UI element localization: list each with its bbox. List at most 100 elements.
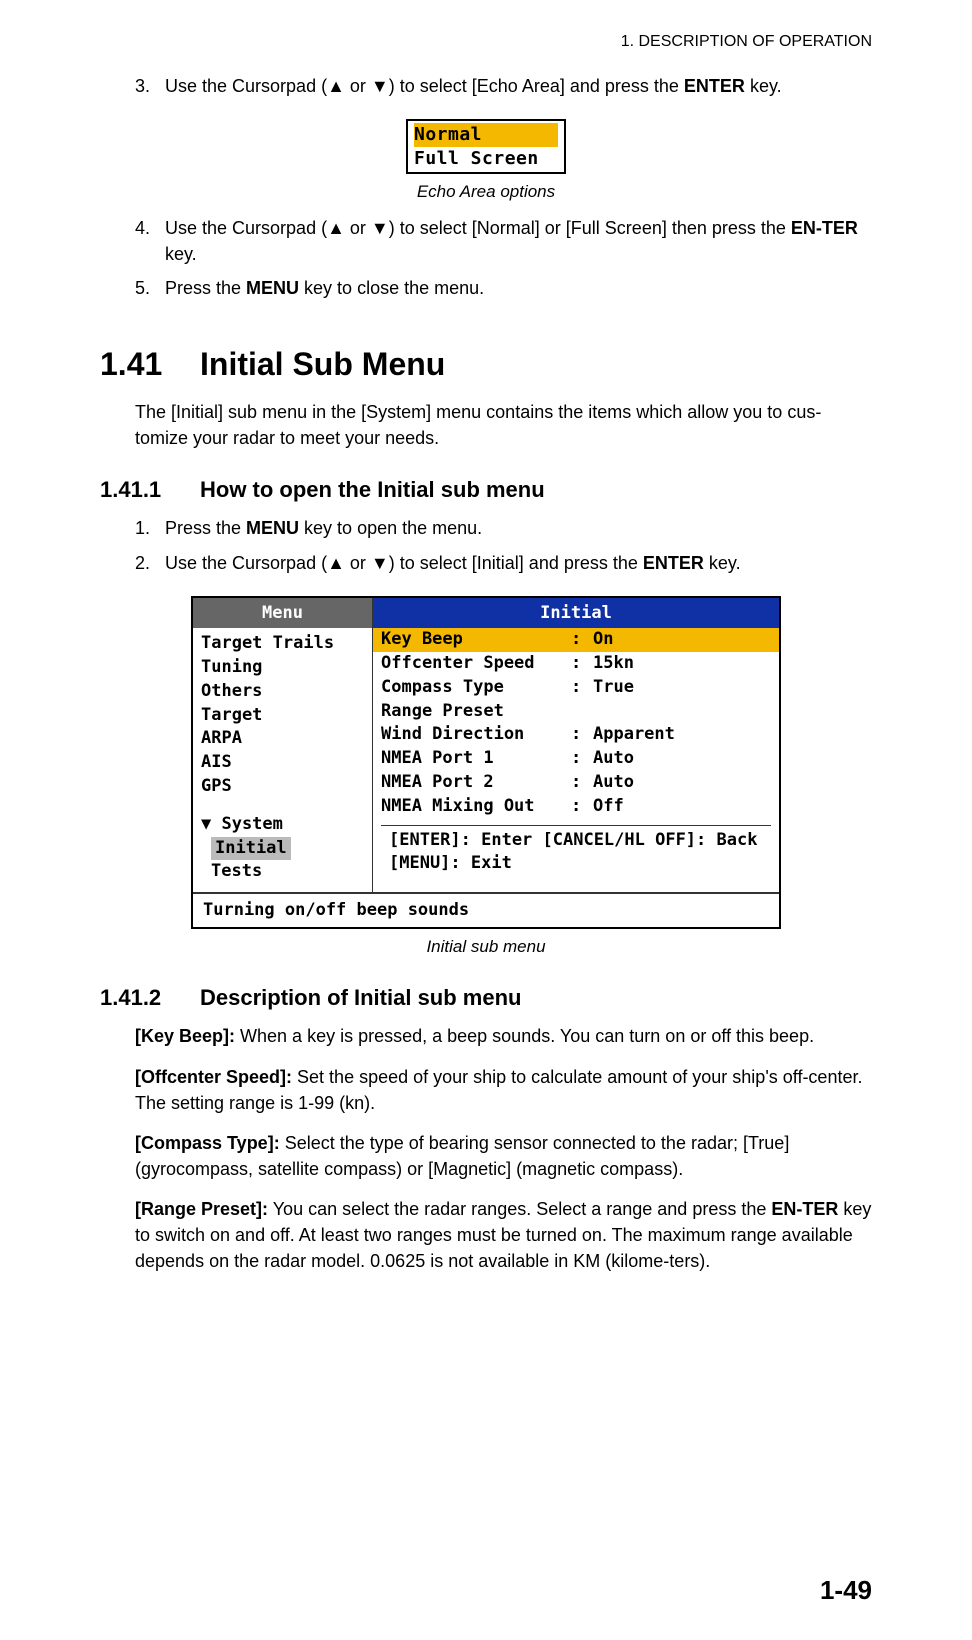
heading-1-41-2: 1.41.2 Description of Initial sub menu	[100, 982, 872, 1014]
step-number: 3.	[135, 73, 165, 99]
menu-row-range-preset[interactable]: Range Preset	[381, 700, 771, 724]
menu-item-arpa[interactable]: ARPA	[201, 727, 364, 751]
heading-number: 1.41	[100, 341, 200, 387]
steps-1411: 1. Press the MENU key to open the menu. …	[100, 515, 872, 575]
footer-line-2: [MENU]: Exit	[389, 852, 763, 875]
text-mid: or	[345, 553, 371, 573]
desc-key-beep: [Key Beep]: When a key is pressed, a bee…	[135, 1023, 872, 1049]
text-pre: Use the Cursorpad (	[165, 218, 327, 238]
row-label: Compass Type	[381, 676, 571, 700]
key-enter: ENTER	[643, 553, 704, 573]
echo-option-normal[interactable]: Normal	[414, 123, 558, 146]
heading-text: Description of Initial sub menu	[200, 982, 521, 1014]
menu-item-target-trails[interactable]: Target Trails	[201, 632, 364, 656]
row-value: Auto	[593, 747, 771, 771]
desc-label: [Compass Type]:	[135, 1133, 280, 1153]
menu-left-body: Target Trails Tuning Others Target ARPA …	[193, 628, 373, 892]
heading-number: 1.41.2	[100, 982, 200, 1014]
step-number: 4.	[135, 215, 165, 267]
menu-row-compass-type[interactable]: Compass Type:True	[381, 676, 771, 700]
menu-right-footer: [ENTER]: Enter [CANCEL/HL OFF]: Back [ME…	[381, 825, 771, 878]
step-text: Press the MENU key to close the menu.	[165, 275, 872, 301]
row-value: True	[593, 676, 771, 700]
row-label: NMEA Mixing Out	[381, 795, 571, 819]
menu-right-panel: Initial Key Beep:On Offcenter Speed:15kn…	[373, 598, 779, 893]
menu-row-offcenter-speed[interactable]: Offcenter Speed:15kn	[381, 652, 771, 676]
text-pre: Press the	[165, 278, 246, 298]
desc-text-1: You can select the radar ranges. Select …	[268, 1199, 771, 1219]
row-colon: :	[571, 628, 593, 652]
row-value	[593, 700, 771, 724]
arrow-down-icon	[371, 218, 389, 238]
menu-item-initial-selected[interactable]: Initial	[211, 837, 291, 861]
row-value: On	[593, 628, 771, 652]
text-tail: key.	[745, 76, 782, 96]
echo-option-fullscreen[interactable]: Full Screen	[414, 148, 539, 169]
footer-line-1: [ENTER]: Enter [CANCEL/HL OFF]: Back	[389, 829, 763, 852]
row-colon: :	[571, 747, 593, 771]
echo-caption: Echo Area options	[100, 180, 872, 205]
menu-row-nmea-mixing-out[interactable]: NMEA Mixing Out:Off	[381, 795, 771, 819]
row-colon: :	[571, 676, 593, 700]
row-colon: :	[571, 795, 593, 819]
row-value: 15kn	[593, 652, 771, 676]
menu-item-others[interactable]: Others	[201, 680, 364, 704]
menu-left-panel: Menu Target Trails Tuning Others Target …	[193, 598, 373, 893]
arrow-up-icon	[327, 218, 345, 238]
menu-item-ais[interactable]: AIS	[201, 751, 364, 775]
text-tail: key to open the menu.	[299, 518, 482, 538]
heading-text: Initial Sub Menu	[200, 341, 445, 387]
text-tail: key.	[165, 244, 197, 264]
step-text: Press the MENU key to open the menu.	[165, 515, 872, 541]
menu-right-header: Initial	[373, 598, 779, 629]
arrow-up-icon	[327, 553, 345, 573]
menu-item-target[interactable]: Target	[201, 704, 364, 728]
key-menu: MENU	[246, 278, 299, 298]
page-number: 1-49	[820, 1572, 872, 1610]
desc-compass-type: [Compass Type]: Select the type of beari…	[135, 1130, 872, 1182]
heading-text: How to open the Initial sub menu	[200, 474, 545, 506]
step-5: 5. Press the MENU key to close the menu.	[135, 275, 872, 301]
row-value: Apparent	[593, 723, 771, 747]
menu-right-body: Key Beep:On Offcenter Speed:15kn Compass…	[373, 628, 779, 892]
text-tail: key.	[704, 553, 741, 573]
menu-row-nmea-port-2[interactable]: NMEA Port 2:Auto	[381, 771, 771, 795]
key-enter: EN-TER	[791, 218, 858, 238]
row-value: Auto	[593, 771, 771, 795]
row-label: Range Preset	[381, 700, 571, 724]
step-number: 1.	[135, 515, 165, 541]
text-pre: Use the Cursorpad (	[165, 553, 327, 573]
menu-item-gps[interactable]: GPS	[201, 775, 364, 799]
menu-row-nmea-port-1[interactable]: NMEA Port 1:Auto	[381, 747, 771, 771]
menu-top-row: Menu Target Trails Tuning Others Target …	[193, 598, 779, 895]
key-menu: MENU	[246, 518, 299, 538]
heading-1-41-1: 1.41.1 How to open the Initial sub menu	[100, 474, 872, 506]
menu-item-tuning[interactable]: Tuning	[201, 656, 364, 680]
step-text: Use the Cursorpad ( or ) to select [Init…	[165, 550, 872, 576]
key-enter: EN-TER	[771, 1199, 838, 1219]
text-pre: Use the Cursorpad (	[165, 76, 327, 96]
row-label: Key Beep	[381, 628, 571, 652]
menu-item-tests[interactable]: Tests	[201, 860, 364, 884]
row-colon	[571, 700, 593, 724]
text-post: ) to select [Normal] or [Full Screen] th…	[389, 218, 791, 238]
menu-row-key-beep[interactable]: Key Beep:On	[373, 628, 779, 652]
step-2: 2. Use the Cursorpad ( or ) to select [I…	[135, 550, 872, 576]
desc-text: When a key is pressed, a beep sounds. Yo…	[235, 1026, 814, 1046]
echo-area-options-box: Normal Full Screen	[406, 119, 566, 174]
menu-item-system[interactable]: ▼ System	[201, 813, 364, 837]
desc-range-preset: [Range Preset]: You can select the radar…	[135, 1196, 872, 1274]
page-container: 1. DESCRIPTION OF OPERATION 3. Use the C…	[0, 0, 972, 1640]
row-label: NMEA Port 1	[381, 747, 571, 771]
steps-top: 3. Use the Cursorpad ( or ) to select [E…	[100, 73, 872, 99]
menu-row-wind-direction[interactable]: Wind Direction:Apparent	[381, 723, 771, 747]
step-3: 3. Use the Cursorpad ( or ) to select [E…	[135, 73, 872, 99]
text-tail: key to close the menu.	[299, 278, 484, 298]
row-colon: :	[571, 723, 593, 747]
key-enter: ENTER	[684, 76, 745, 96]
heading-1-41: 1.41 Initial Sub Menu	[100, 341, 872, 387]
arrow-up-icon	[327, 76, 345, 96]
desc-label: [Key Beep]:	[135, 1026, 235, 1046]
row-label: Wind Direction	[381, 723, 571, 747]
heading-number: 1.41.1	[100, 474, 200, 506]
